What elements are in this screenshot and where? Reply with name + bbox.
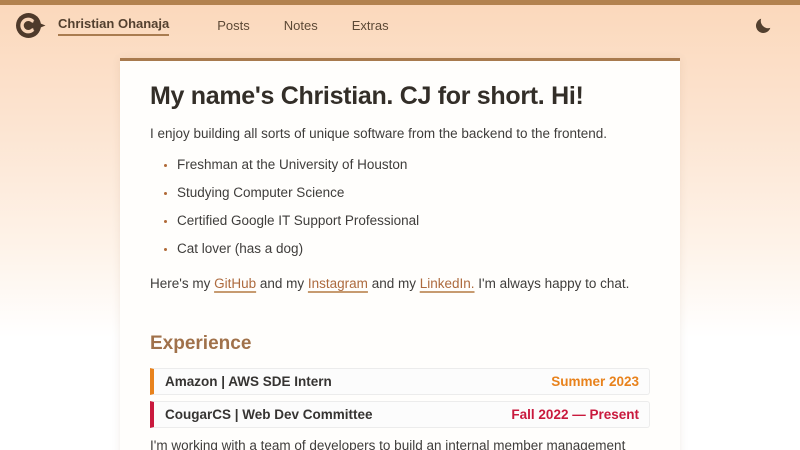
list-item: Freshman at the University of Houston <box>177 157 650 172</box>
moon-icon <box>753 16 773 36</box>
site-header: Christian Ohanaja Posts Notes Extras <box>0 5 800 48</box>
github-link[interactable]: GitHub <box>214 276 256 291</box>
page-title: My name's Christian. CJ for short. Hi! <box>150 82 650 111</box>
list-item: Studying Computer Science <box>177 185 650 200</box>
links-suffix-text: I'm always happy to chat. <box>475 276 630 291</box>
list-item: Cat lover (has a dog) <box>177 241 650 256</box>
social-links-line: Here's my GitHub and my Instagram and my… <box>150 276 650 291</box>
experience-period: Fall 2022 — Present <box>511 407 639 422</box>
experience-row-cougarcs: CougarCS | Web Dev Committee Fall 2022 —… <box>150 401 650 428</box>
intro-text: I enjoy building all sorts of unique sof… <box>150 126 650 141</box>
links-mid-text: and my <box>256 276 308 291</box>
theme-toggle-button[interactable] <box>750 13 776 39</box>
experience-description: I'm working with a team of developers to… <box>150 435 650 450</box>
nav-item-posts[interactable]: Posts <box>217 18 250 33</box>
experience-role: CougarCS | Web Dev Committee <box>165 407 373 422</box>
facts-list: Freshman at the University of Houston St… <box>150 157 650 256</box>
site-name-link[interactable]: Christian Ohanaja <box>58 16 169 36</box>
main-nav: Posts Notes Extras <box>183 18 388 33</box>
content-card: My name's Christian. CJ for short. Hi! I… <box>120 58 680 450</box>
experience-period: Summer 2023 <box>551 374 639 389</box>
experience-role: Amazon | AWS SDE Intern <box>165 374 332 389</box>
c-arrow-logo-icon[interactable] <box>16 12 46 39</box>
experience-section-title: Experience <box>150 333 650 355</box>
nav-item-notes[interactable]: Notes <box>284 18 318 33</box>
experience-row-amazon: Amazon | AWS SDE Intern Summer 2023 <box>150 368 650 395</box>
instagram-link[interactable]: Instagram <box>308 276 368 291</box>
nav-item-extras[interactable]: Extras <box>352 18 389 33</box>
list-item: Certified Google IT Support Professional <box>177 213 650 228</box>
links-prefix-text: Here's my <box>150 276 214 291</box>
linkedin-link[interactable]: LinkedIn. <box>420 276 475 291</box>
links-mid-text: and my <box>368 276 420 291</box>
